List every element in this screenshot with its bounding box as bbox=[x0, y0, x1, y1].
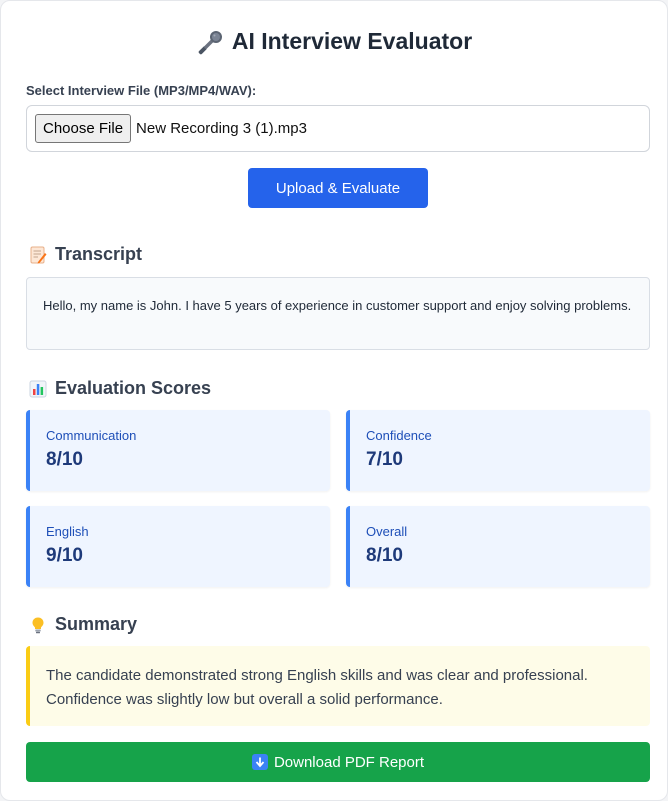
choose-file-button[interactable]: Choose File bbox=[35, 114, 132, 143]
summary-heading-text: Summary bbox=[55, 614, 138, 634]
memo-icon bbox=[30, 246, 47, 263]
transcript-heading: Transcript bbox=[29, 244, 142, 265]
down-arrow-icon bbox=[251, 754, 268, 770]
scores-heading-text: Evaluation Scores bbox=[55, 378, 212, 398]
score-value: 7/10 bbox=[366, 449, 403, 470]
upload-evaluate-button[interactable]: Upload & Evaluate bbox=[248, 168, 428, 208]
summary-box: The candidate demonstrated strong Englis… bbox=[26, 646, 650, 726]
score-card-overall: Overall 8/10 bbox=[346, 506, 650, 587]
selected-file-name: New Recording 3 (1).mp3 bbox=[136, 120, 307, 137]
file-input[interactable]: Choose File New Recording 3 (1).mp3 bbox=[26, 105, 650, 152]
score-label: Confidence bbox=[366, 428, 432, 443]
score-card-confidence: Confidence 7/10 bbox=[346, 410, 650, 491]
transcript-heading-text: Transcript bbox=[55, 244, 143, 264]
score-value: 8/10 bbox=[366, 545, 403, 566]
file-input-label: Select Interview File (MP3/MP4/WAV): bbox=[26, 83, 257, 98]
light-bulb-icon bbox=[32, 617, 44, 633]
transcript-box: Hello, my name is John. I have 5 years o… bbox=[26, 277, 650, 350]
page-title: AI Interview Evaluator bbox=[1, 28, 668, 55]
bar-chart-icon bbox=[29, 380, 47, 397]
score-card-english: English 9/10 bbox=[26, 506, 330, 587]
score-value: 9/10 bbox=[46, 545, 83, 566]
evaluator-card: AI Interview Evaluator Select Interview … bbox=[0, 0, 668, 801]
score-card-communication: Communication 8/10 bbox=[26, 410, 330, 491]
download-pdf-button[interactable]: Download PDF Report bbox=[26, 742, 650, 782]
summary-heading: Summary bbox=[29, 614, 137, 635]
score-label: English bbox=[46, 524, 89, 539]
score-label: Communication bbox=[46, 428, 137, 443]
score-value: 8/10 bbox=[46, 449, 83, 470]
scores-heading: Evaluation Scores bbox=[29, 378, 211, 399]
download-pdf-label: Download PDF Report bbox=[273, 753, 425, 771]
microphone-icon bbox=[198, 29, 224, 55]
score-label: Overall bbox=[366, 524, 408, 539]
page-title-text: AI Interview Evaluator bbox=[231, 28, 473, 54]
